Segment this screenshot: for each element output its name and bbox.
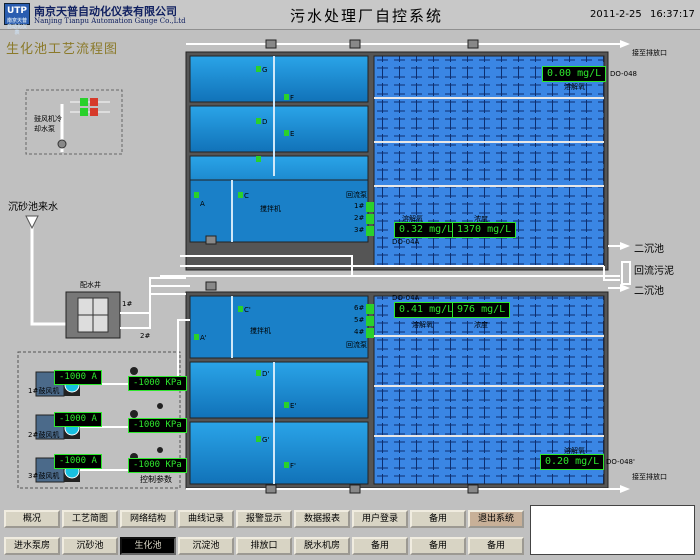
do-readout-mid2: 0.41 mg/L [394, 302, 459, 318]
well-pump-2-label: 2# [140, 332, 151, 340]
nav-process-diagram-button[interactable]: 工艺简图 [62, 510, 118, 528]
mark-cp: C' [244, 306, 251, 314]
nav-exit-button[interactable]: 退出系统 [468, 510, 524, 528]
info-panel [530, 505, 695, 555]
do-readout-bottom: 0.20 mg/L [540, 454, 605, 470]
nav-row-2: 进水泵房 沉砂池 生化池 沉淀池 排放口 脱水机房 备用 备用 备用 [4, 537, 528, 557]
mixer-label-top: 搅拌机 [260, 205, 281, 213]
nav-overview-button[interactable]: 概况 [4, 510, 60, 528]
nav-dewatering-button[interactable]: 脱水机房 [294, 537, 350, 555]
clarifier-label-bottom: 二沉池 [634, 286, 664, 297]
system-title: 污水处理厂自控系统 [290, 7, 444, 25]
nav-alarm-button[interactable]: 报警显示 [236, 510, 292, 528]
process-diagram: 沉砂池来水 鼓风机冷却水泵 配水井 接至排放口 接至排放口 二沉池 回流污泥 二… [0, 30, 700, 508]
mark-ap: A' [200, 334, 207, 342]
do-04a-label: DO-04A [392, 238, 420, 246]
pump-4-label: 4# [354, 328, 365, 336]
logo-text: UTP [6, 6, 28, 16]
mark-e: E [290, 130, 295, 138]
nav-curve-button[interactable]: 曲线记录 [178, 510, 234, 528]
do-label-top: 溶解氧 [564, 83, 585, 91]
mark-fp: F' [290, 462, 296, 470]
pump-6-label: 6# [354, 304, 365, 312]
do-04a-label-lower: DO-04A [392, 294, 420, 302]
anoxic-zone-f-prime [189, 421, 369, 485]
sand-water-label: 沉砂池来水 [8, 202, 58, 213]
outlet-label-top: 接至排放口 [632, 49, 667, 57]
page-title: 生化池工艺流程图 [6, 42, 119, 57]
blower3-label: 3#鼓风机 [28, 472, 60, 480]
pump-2-label: 2# [354, 214, 365, 222]
blower1-label: 1#鼓风机 [28, 387, 60, 395]
mark-d: D [262, 118, 268, 126]
blower1-pressure-readout: -1000 KPa [128, 376, 187, 391]
mlss-readout-mid2: 976 mg/L [452, 302, 511, 318]
pump-1-label: 1# [354, 202, 365, 210]
nav-login-button[interactable]: 用户登录 [352, 510, 408, 528]
nav-spare-button-3[interactable]: 备用 [410, 537, 466, 555]
well-pump-1-label: 1# [122, 300, 133, 308]
anoxic-zone-e-prime [189, 361, 369, 419]
company-name-en: Nanjing Tianpu Automation Gauge Co.,Ltd [34, 17, 186, 25]
mark-f: F [290, 94, 295, 102]
anaerobic-zone-bottom [189, 295, 369, 359]
nav-row-1: 概况 工艺简图 网络结构 曲线记录 报警显示 数据报表 用户登录 备用 退出系统 [4, 510, 528, 530]
return-pump-label-top: 回流泵 [346, 191, 367, 199]
nav-clarifier-button[interactable]: 沉淀池 [178, 537, 234, 555]
nav-bio-tank-button[interactable]: 生化池 [120, 537, 176, 555]
anoxic-zone-g [189, 55, 369, 103]
blower3-pressure-readout: -1000 KPa [128, 458, 187, 473]
blower3-current-readout: -1000 A [54, 454, 102, 469]
blower2-pressure-readout: -1000 KPa [128, 418, 187, 433]
clarifier-label-top: 二沉池 [634, 244, 664, 255]
blower-cooling-label: 鼓风机冷却水泵 [34, 115, 62, 133]
company-logo: UTP 南京天普自动化仪表 [4, 3, 30, 36]
nav-network-button[interactable]: 网络结构 [120, 510, 176, 528]
pump-3-label: 3# [354, 226, 365, 234]
mark-ep: E' [290, 402, 297, 410]
blower2-current-readout: -1000 A [54, 412, 102, 427]
header-bar: UTP 南京天普自动化仪表 南京天普自动化仪表有限公司 Nanjing Tian… [0, 0, 700, 36]
mark-a: A [200, 200, 205, 208]
process-svg [17, 39, 631, 494]
outlet-label-bottom: 接至排放口 [632, 473, 667, 481]
do-readout-mid1: 0.32 mg/L [394, 222, 459, 238]
mixer-label-bottom: 搅拌机 [250, 327, 271, 335]
nav-grit-chamber-button[interactable]: 沉砂池 [62, 537, 118, 555]
nav-outlet-button[interactable]: 排放口 [236, 537, 292, 555]
do-readout-top: 0.00 mg/L [542, 66, 607, 82]
mark-dp: D' [262, 370, 270, 378]
nav-spare-button-1[interactable]: 备用 [410, 510, 466, 528]
nav-spare-button-2[interactable]: 备用 [352, 537, 408, 555]
mlss-label-mid2: 浓度 [474, 321, 488, 329]
distribution-well-label: 配水井 [80, 281, 101, 289]
blower1-current-readout: -1000 A [54, 370, 102, 385]
do-048b-label: DO-048' [606, 458, 635, 466]
nav-report-button[interactable]: 数据报表 [294, 510, 350, 528]
return-pump-label-bottom: 回流泵 [346, 341, 367, 349]
mark-c: C [244, 192, 249, 200]
mark-gp: G' [262, 436, 270, 444]
mark-g: G [262, 66, 268, 74]
return-sludge-label: 回流污泥 [634, 266, 674, 277]
system-date: 2011-2-25 [590, 9, 642, 20]
do-048-label: DO-048 [610, 70, 637, 78]
blower2-label: 2#鼓风机 [28, 431, 60, 439]
do-label-mid2: 溶解氧 [412, 321, 433, 329]
nav-inlet-pump-button[interactable]: 进水泵房 [4, 537, 60, 555]
nav-spare-button-4[interactable]: 备用 [468, 537, 524, 555]
anoxic-zone-e [189, 105, 369, 153]
pump-5-label: 5# [354, 316, 365, 324]
mlss-readout-mid1: 1370 mg/L [452, 222, 517, 238]
system-time: 16:37:17 [650, 9, 695, 20]
control-params-link[interactable]: 控制参数 [140, 474, 172, 485]
